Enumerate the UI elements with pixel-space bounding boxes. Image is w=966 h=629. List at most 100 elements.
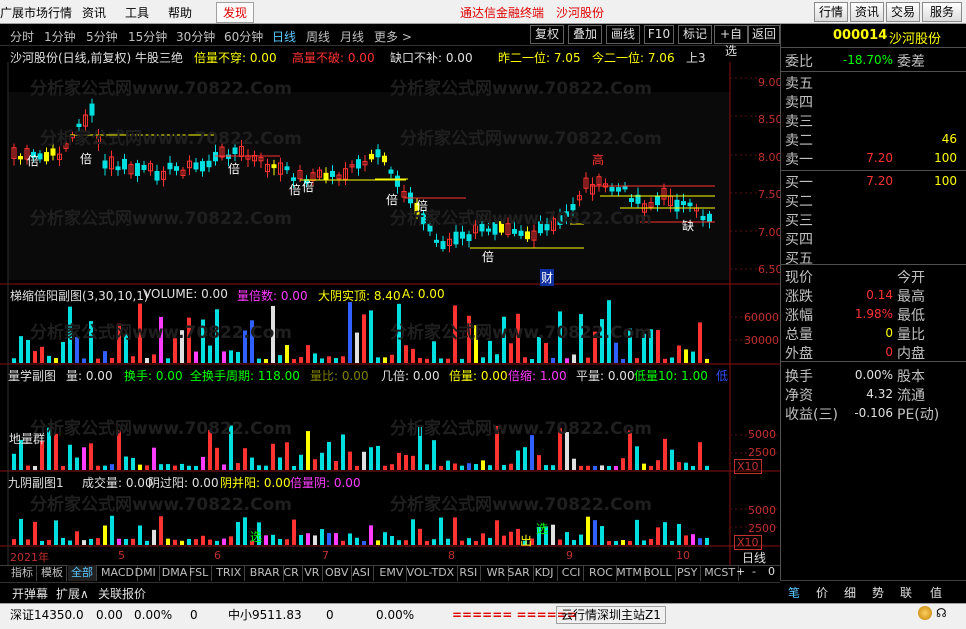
indicator-tab[interactable]: ASI xyxy=(349,565,374,581)
indicator-tab[interactable]: OBV xyxy=(322,565,353,581)
sub2-f3: 全换手周期: 118.00 xyxy=(190,369,300,383)
related-quote-button[interactable]: 关联报价 xyxy=(98,585,146,602)
volume-bar xyxy=(166,538,170,545)
top-trade-button[interactable]: 交易 xyxy=(886,2,920,22)
volume-bar xyxy=(299,357,303,363)
volume-bar xyxy=(243,517,247,545)
volume-bar xyxy=(572,540,576,545)
reset-button[interactable]: 0 xyxy=(768,565,775,578)
weicha-label: 委差 xyxy=(897,54,925,70)
menu-help[interactable]: 帮助 xyxy=(168,4,192,21)
stock-title: 沙河股份 xyxy=(556,6,605,20)
zoom-out-button[interactable]: - xyxy=(752,565,756,578)
menu-tools[interactable]: 工具 xyxy=(125,4,149,21)
volume-bar xyxy=(145,465,149,470)
volume-bar xyxy=(467,463,471,470)
candle-body xyxy=(700,215,706,221)
candle-body xyxy=(135,163,140,177)
indicator-tab[interactable]: TRIX xyxy=(213,565,246,581)
sz-index[interactable]: 深证14350.0 xyxy=(10,608,84,622)
period-weekly[interactable]: 周线 xyxy=(306,28,330,45)
indicator-tab[interactable]: FSL xyxy=(186,565,213,581)
volume-bar xyxy=(383,357,387,363)
indicator-tab[interactable]: 模板 xyxy=(38,565,67,581)
draw-button[interactable]: 画线 xyxy=(606,25,640,44)
top-quote-button[interactable]: 行情 xyxy=(814,2,848,22)
volume-bar xyxy=(474,540,478,545)
tab-detail[interactable]: 细 xyxy=(844,584,856,601)
x-label: 6 xyxy=(214,549,221,562)
volume-bar xyxy=(390,464,394,470)
period-tick[interactable]: 分时 xyxy=(10,28,34,45)
volume-bar xyxy=(509,531,513,545)
candle-body xyxy=(382,155,387,163)
f10-button[interactable]: F10 xyxy=(644,25,674,44)
sell-price: 7.20 xyxy=(866,151,893,165)
indicator-tab[interactable]: BRAR xyxy=(247,565,284,581)
indicator-tab[interactable]: VR xyxy=(301,565,324,581)
indicator-tab[interactable]: RSI xyxy=(456,565,482,581)
sub3-f3: 阴并阳: 0.00 xyxy=(220,476,291,490)
sub2-name: 量学副图 xyxy=(8,369,57,383)
volume-bar xyxy=(145,357,149,363)
volume-bar xyxy=(12,539,16,545)
back-button[interactable]: 返回 xyxy=(748,25,780,44)
indicator-tab[interactable]: BOLL xyxy=(640,565,676,581)
indicator-tab[interactable]: CR xyxy=(280,565,303,581)
volume-bar xyxy=(138,464,142,470)
label-finance[interactable]: 财 xyxy=(540,269,555,286)
add-watchlist-button[interactable]: +自选 xyxy=(714,25,748,58)
expand-button[interactable]: 扩展∧ xyxy=(56,585,89,602)
period-1min[interactable]: 1分钟 xyxy=(44,28,76,45)
candle-body xyxy=(616,187,621,192)
overlay-button[interactable]: 叠加 xyxy=(568,25,602,44)
zoom-in-button[interactable]: + xyxy=(736,565,745,578)
indicator-tab[interactable]: KDJ xyxy=(532,565,558,581)
period-30min[interactable]: 30分钟 xyxy=(176,28,215,45)
indicator-tab[interactable]: CCI xyxy=(559,565,585,581)
mark-button[interactable]: 标记 xyxy=(678,25,712,44)
volume-bar xyxy=(600,526,604,545)
zx-index[interactable]: 中小9511.83 xyxy=(228,608,302,622)
stat-label: 总量 xyxy=(785,327,813,343)
indicator-tab[interactable]: 全部 xyxy=(68,565,97,581)
indicator-tab[interactable]: SAR xyxy=(504,565,534,581)
top-service-button[interactable]: 服务 xyxy=(922,2,962,22)
adjust-button[interactable]: 复权 xyxy=(530,25,564,44)
indicator-tab[interactable]: VOL-TDX xyxy=(404,565,459,581)
volume-bar xyxy=(698,442,702,470)
indicator-tab[interactable]: PSY xyxy=(674,565,702,581)
volume-bar xyxy=(180,540,184,545)
sub3-mark: 选 xyxy=(536,522,549,536)
top-info-button[interactable]: 资讯 xyxy=(850,2,884,22)
sub2-f6: 倍量: 0.00 xyxy=(449,369,508,383)
server-site[interactable]: 云行情深圳主站Z1 xyxy=(556,606,666,624)
period-15min[interactable]: 15分钟 xyxy=(128,28,167,45)
danmaku-button[interactable]: 开弹幕 xyxy=(12,585,48,602)
sound-icon[interactable]: ☊ xyxy=(936,606,958,622)
volume-bar xyxy=(544,342,548,363)
indicator-tab[interactable]: 指标 xyxy=(8,565,37,581)
tab-price[interactable]: 价 xyxy=(816,584,828,601)
tab-trades[interactable]: 笔 xyxy=(788,584,800,601)
tab-linked[interactable]: 联 xyxy=(900,584,912,601)
indicator-tab[interactable]: DMI xyxy=(132,565,160,581)
period-60min[interactable]: 60分钟 xyxy=(224,28,263,45)
period-5min[interactable]: 5分钟 xyxy=(86,28,118,45)
period-daily[interactable]: 日线 xyxy=(272,28,296,45)
sub3-mark: 选 xyxy=(250,530,263,544)
period-more[interactable]: 更多 > xyxy=(374,28,412,45)
volume-bar xyxy=(614,540,618,545)
tab-trend[interactable]: 势 xyxy=(872,584,884,601)
x-label: 2021年 xyxy=(10,551,49,564)
candle-body xyxy=(122,158,127,170)
menu-market[interactable]: 广展市场行情 xyxy=(0,4,72,21)
weibi-label: 委比 xyxy=(785,54,813,70)
volume-bar xyxy=(40,540,44,545)
volume-bar xyxy=(621,358,625,363)
menu-discover[interactable]: 发现 xyxy=(216,2,255,23)
menu-news[interactable]: 资讯 xyxy=(82,4,106,21)
tab-value[interactable]: 值 xyxy=(930,584,942,601)
period-monthly[interactable]: 月线 xyxy=(340,28,364,45)
candle-body xyxy=(154,171,160,181)
